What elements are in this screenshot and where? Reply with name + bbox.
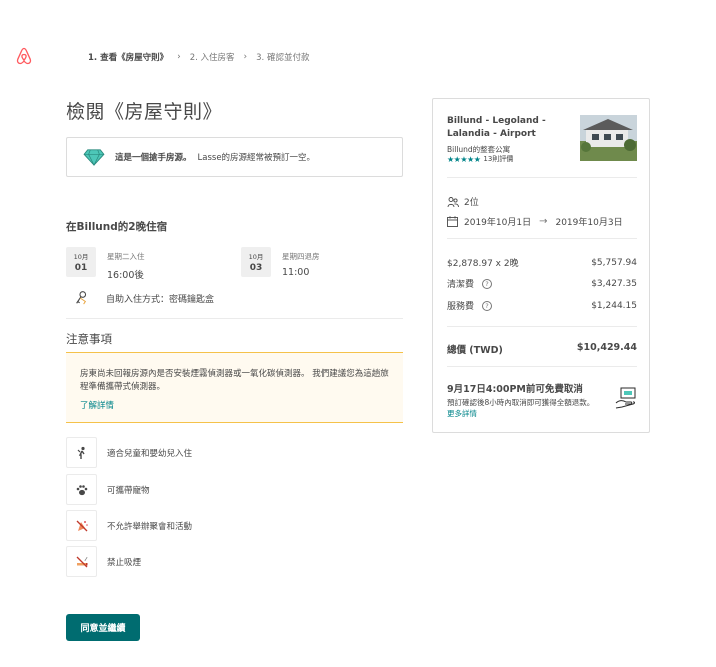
listing-title[interactable]: Billund - Legoland - Lalandia - Airport (447, 115, 577, 141)
agree-continue-button[interactable]: 同意並繼續 (66, 614, 140, 641)
booking-summary-card: Billund - Legoland - Lalandia - Airport … (432, 98, 650, 433)
child-icon (77, 446, 85, 459)
rare-find-banner: 這是一個搶手房源。 Lasse的房源經常被預訂一空。 (66, 137, 403, 177)
rule-text: 不允許舉辦聚會和活動 (107, 521, 193, 532)
checkout-time: 11:00 (282, 267, 310, 278)
question-icon[interactable]: ? (482, 300, 493, 311)
checkout-month: 10月 (248, 253, 264, 261)
card-divider (447, 238, 637, 239)
learn-more-link[interactable]: 了解詳情 (80, 399, 389, 411)
checkin-month: 10月 (73, 253, 89, 261)
diamond-icon (83, 149, 105, 166)
step-guests: 2. 入住房客 (189, 53, 235, 63)
question-icon[interactable]: ? (482, 278, 493, 289)
refund-icon (615, 387, 636, 409)
section-divider (66, 318, 403, 319)
nightly-price-row: $2,878.97 x 2晚 $5,757.94 (447, 256, 637, 270)
rule-item-no-parties: 不允許舉辦聚會和活動 (66, 510, 192, 541)
card-divider (447, 177, 637, 178)
notes-title: 注意事項 (66, 332, 112, 346)
checkin-date-badge: 10月 01 (66, 247, 96, 277)
rule-text: 禁止吸煙 (107, 557, 142, 568)
no-party-icon (76, 520, 88, 531)
guest-count: 2位 (464, 198, 479, 208)
check-out-date: 2019年10月3日 (555, 218, 623, 228)
rule-text: 可攜帶寵物 (107, 485, 150, 496)
checkin-time: 16:00後 (107, 270, 144, 281)
service-label: 服務費 (447, 302, 475, 312)
detector-notice: 房東尚未回報房源內是否安裝煙霧偵測器或一氧化碳偵測器。 我們建議您為這趟旅程準備… (66, 352, 403, 423)
people-icon (447, 196, 459, 207)
paw-icon (76, 484, 87, 495)
more-details-link[interactable]: 更多詳情 (447, 409, 477, 418)
nightly-label: $2,878.97 x 2晚 (447, 259, 519, 269)
notice-text: 房東尚未回報房源內是否安裝煙霧偵測器或一氧化碳偵測器。 我們建議您為這趟旅程準備… (80, 369, 389, 392)
listing-photo[interactable] (580, 115, 637, 161)
check-in-date: 2019年10月1日 (464, 218, 532, 228)
arrow-right-icon: → (539, 216, 548, 227)
calendar-icon (447, 216, 458, 227)
airbnb-logo-icon[interactable] (14, 46, 34, 66)
no-smoking-icon (76, 556, 87, 567)
cleaning-label: 清潔費 (447, 280, 475, 290)
page-title: 檢閱《房屋守則》 (66, 101, 223, 123)
chevron-right-icon: › (177, 52, 181, 62)
rule-text: 適合兒童和嬰幼兒入住 (107, 448, 193, 459)
checkout-label: 星期四退房 (282, 252, 320, 261)
cancel-policy-text: 預訂確認後8小時內取消即可獲得全額退款。更多詳情 (447, 398, 595, 418)
review-count: 13則評價 (483, 155, 514, 163)
checkin-day: 01 (74, 263, 88, 273)
dates-row: 2019年10月1日 → 2019年10月3日 (447, 215, 623, 228)
chevron-right-icon: › (243, 52, 248, 62)
checkin-block: 10月 01 星期二入住 16:00後 (66, 247, 145, 281)
guests-row: 2位 (447, 195, 479, 208)
card-divider (447, 366, 637, 367)
service-fee-row: 服務費? $1,244.15 (447, 299, 637, 312)
total-amount: $10,429.44 (576, 342, 637, 353)
checkin-label: 星期二入住 (107, 252, 145, 261)
checkout-day: 03 (249, 263, 263, 273)
stay-title: 在Billund的2晚住宿 (66, 221, 168, 233)
self-checkin-text: 自助入住方式：密碼鑰匙盒 (106, 294, 215, 305)
total-row: 總價 (TWD) $10,429.44 (447, 342, 637, 356)
rule-item-no-smoking: 禁止吸煙 (66, 546, 141, 577)
rule-item-children: 適合兒童和嬰幼兒入住 (66, 437, 192, 468)
service-fee: $1,244.15 (591, 300, 637, 311)
card-divider (447, 326, 637, 327)
rating: ★★★★★ 13則評價 (447, 154, 513, 164)
cleaning-fee: $3,427.35 (591, 278, 637, 289)
checkout-date-badge: 10月 03 (241, 247, 271, 277)
step-payment: 3. 確認並付款 (256, 53, 310, 63)
rule-item-pets: 可攜帶寵物 (66, 474, 150, 505)
cleaning-fee-row: 清潔費? $3,427.35 (447, 277, 637, 290)
rare-find-title: 這是一個搶手房源。 (115, 153, 192, 163)
checkout-block: 10月 03 星期四退房 11:00 (241, 247, 320, 278)
star-rating-icon: ★★★★★ (447, 154, 481, 164)
step-house-rules: 1. 查看《房屋守則》 (88, 53, 169, 63)
rare-find-text: Lasse的房源經常被預訂一空。 (197, 153, 316, 163)
progress-steps: 1. 查看《房屋守則》 › 2. 入住房客 › 3. 確認並付款 (88, 51, 309, 63)
nightly-total: $5,757.94 (591, 257, 637, 268)
key-icon (76, 291, 87, 305)
cancel-policy-title: 9月17日4:00PM前可免費取消 (447, 384, 583, 395)
total-label: 總價 (TWD) (447, 345, 503, 356)
self-checkin-row: 自助入住方式：密碼鑰匙盒 (74, 290, 214, 306)
